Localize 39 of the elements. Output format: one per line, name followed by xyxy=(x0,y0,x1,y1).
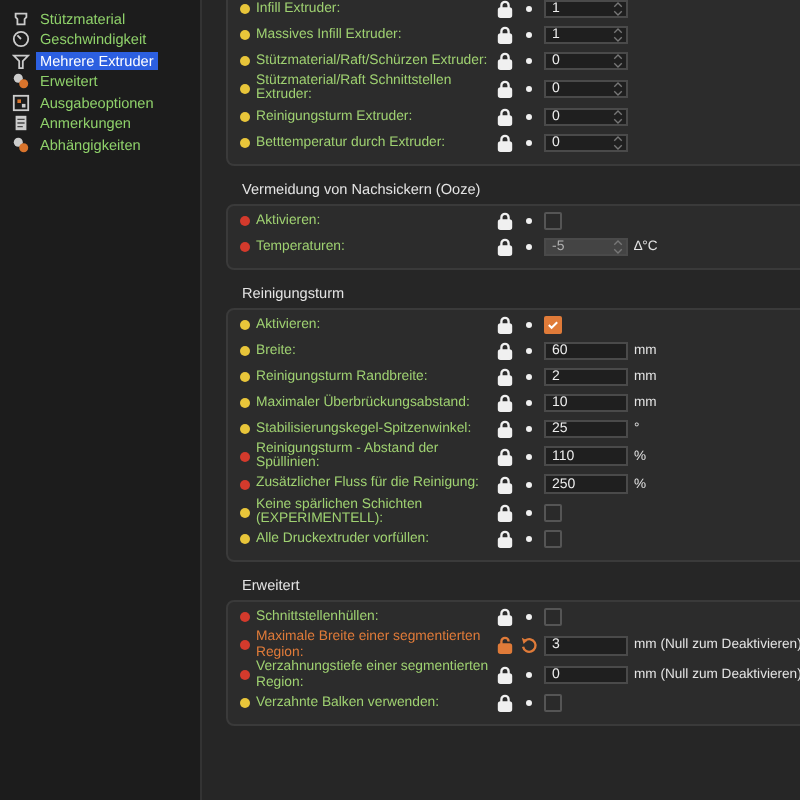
gears-icon xyxy=(12,135,30,154)
gears-icon xyxy=(12,72,30,91)
lock-icon[interactable] xyxy=(496,447,514,466)
lock-icon[interactable] xyxy=(496,341,514,360)
checkbox[interactable] xyxy=(544,694,562,713)
lock-icon[interactable] xyxy=(496,608,514,627)
lock-icon[interactable] xyxy=(496,419,514,438)
lock-icon[interactable] xyxy=(496,79,514,98)
stepper-icon[interactable] xyxy=(612,107,624,126)
lock-icon[interactable] xyxy=(496,666,514,685)
undo-icon[interactable] xyxy=(520,636,538,655)
lock-icon[interactable] xyxy=(496,503,514,522)
stepper-icon[interactable] xyxy=(612,52,624,70)
checkbox[interactable] xyxy=(544,530,562,549)
lock-icon[interactable] xyxy=(496,530,514,549)
grid-icon xyxy=(12,93,30,112)
lock-icon[interactable] xyxy=(496,107,514,126)
gauge-icon xyxy=(12,30,30,49)
lock-icon[interactable] xyxy=(496,367,514,386)
lock-icon[interactable] xyxy=(496,315,514,334)
checkbox[interactable] xyxy=(544,315,562,334)
unlock-icon[interactable] xyxy=(496,636,514,655)
lock-icon[interactable] xyxy=(496,0,514,18)
lock-icon[interactable] xyxy=(496,133,514,152)
lock-icon[interactable] xyxy=(496,694,514,713)
stepper-icon[interactable] xyxy=(612,133,624,152)
stepper-icon[interactable] xyxy=(612,26,624,44)
lock-icon[interactable] xyxy=(496,475,514,494)
stepper-icon[interactable] xyxy=(612,79,624,98)
stepper-icon[interactable] xyxy=(612,0,624,18)
lock-icon[interactable] xyxy=(496,211,514,230)
funnel-icon xyxy=(12,51,30,70)
checkbox[interactable] xyxy=(544,608,562,627)
lock-icon[interactable] xyxy=(496,52,514,70)
checkbox[interactable] xyxy=(544,503,562,522)
note-icon xyxy=(12,114,30,133)
lock-icon[interactable] xyxy=(496,26,514,44)
checkbox[interactable] xyxy=(544,211,562,230)
lock-icon[interactable] xyxy=(496,393,514,412)
